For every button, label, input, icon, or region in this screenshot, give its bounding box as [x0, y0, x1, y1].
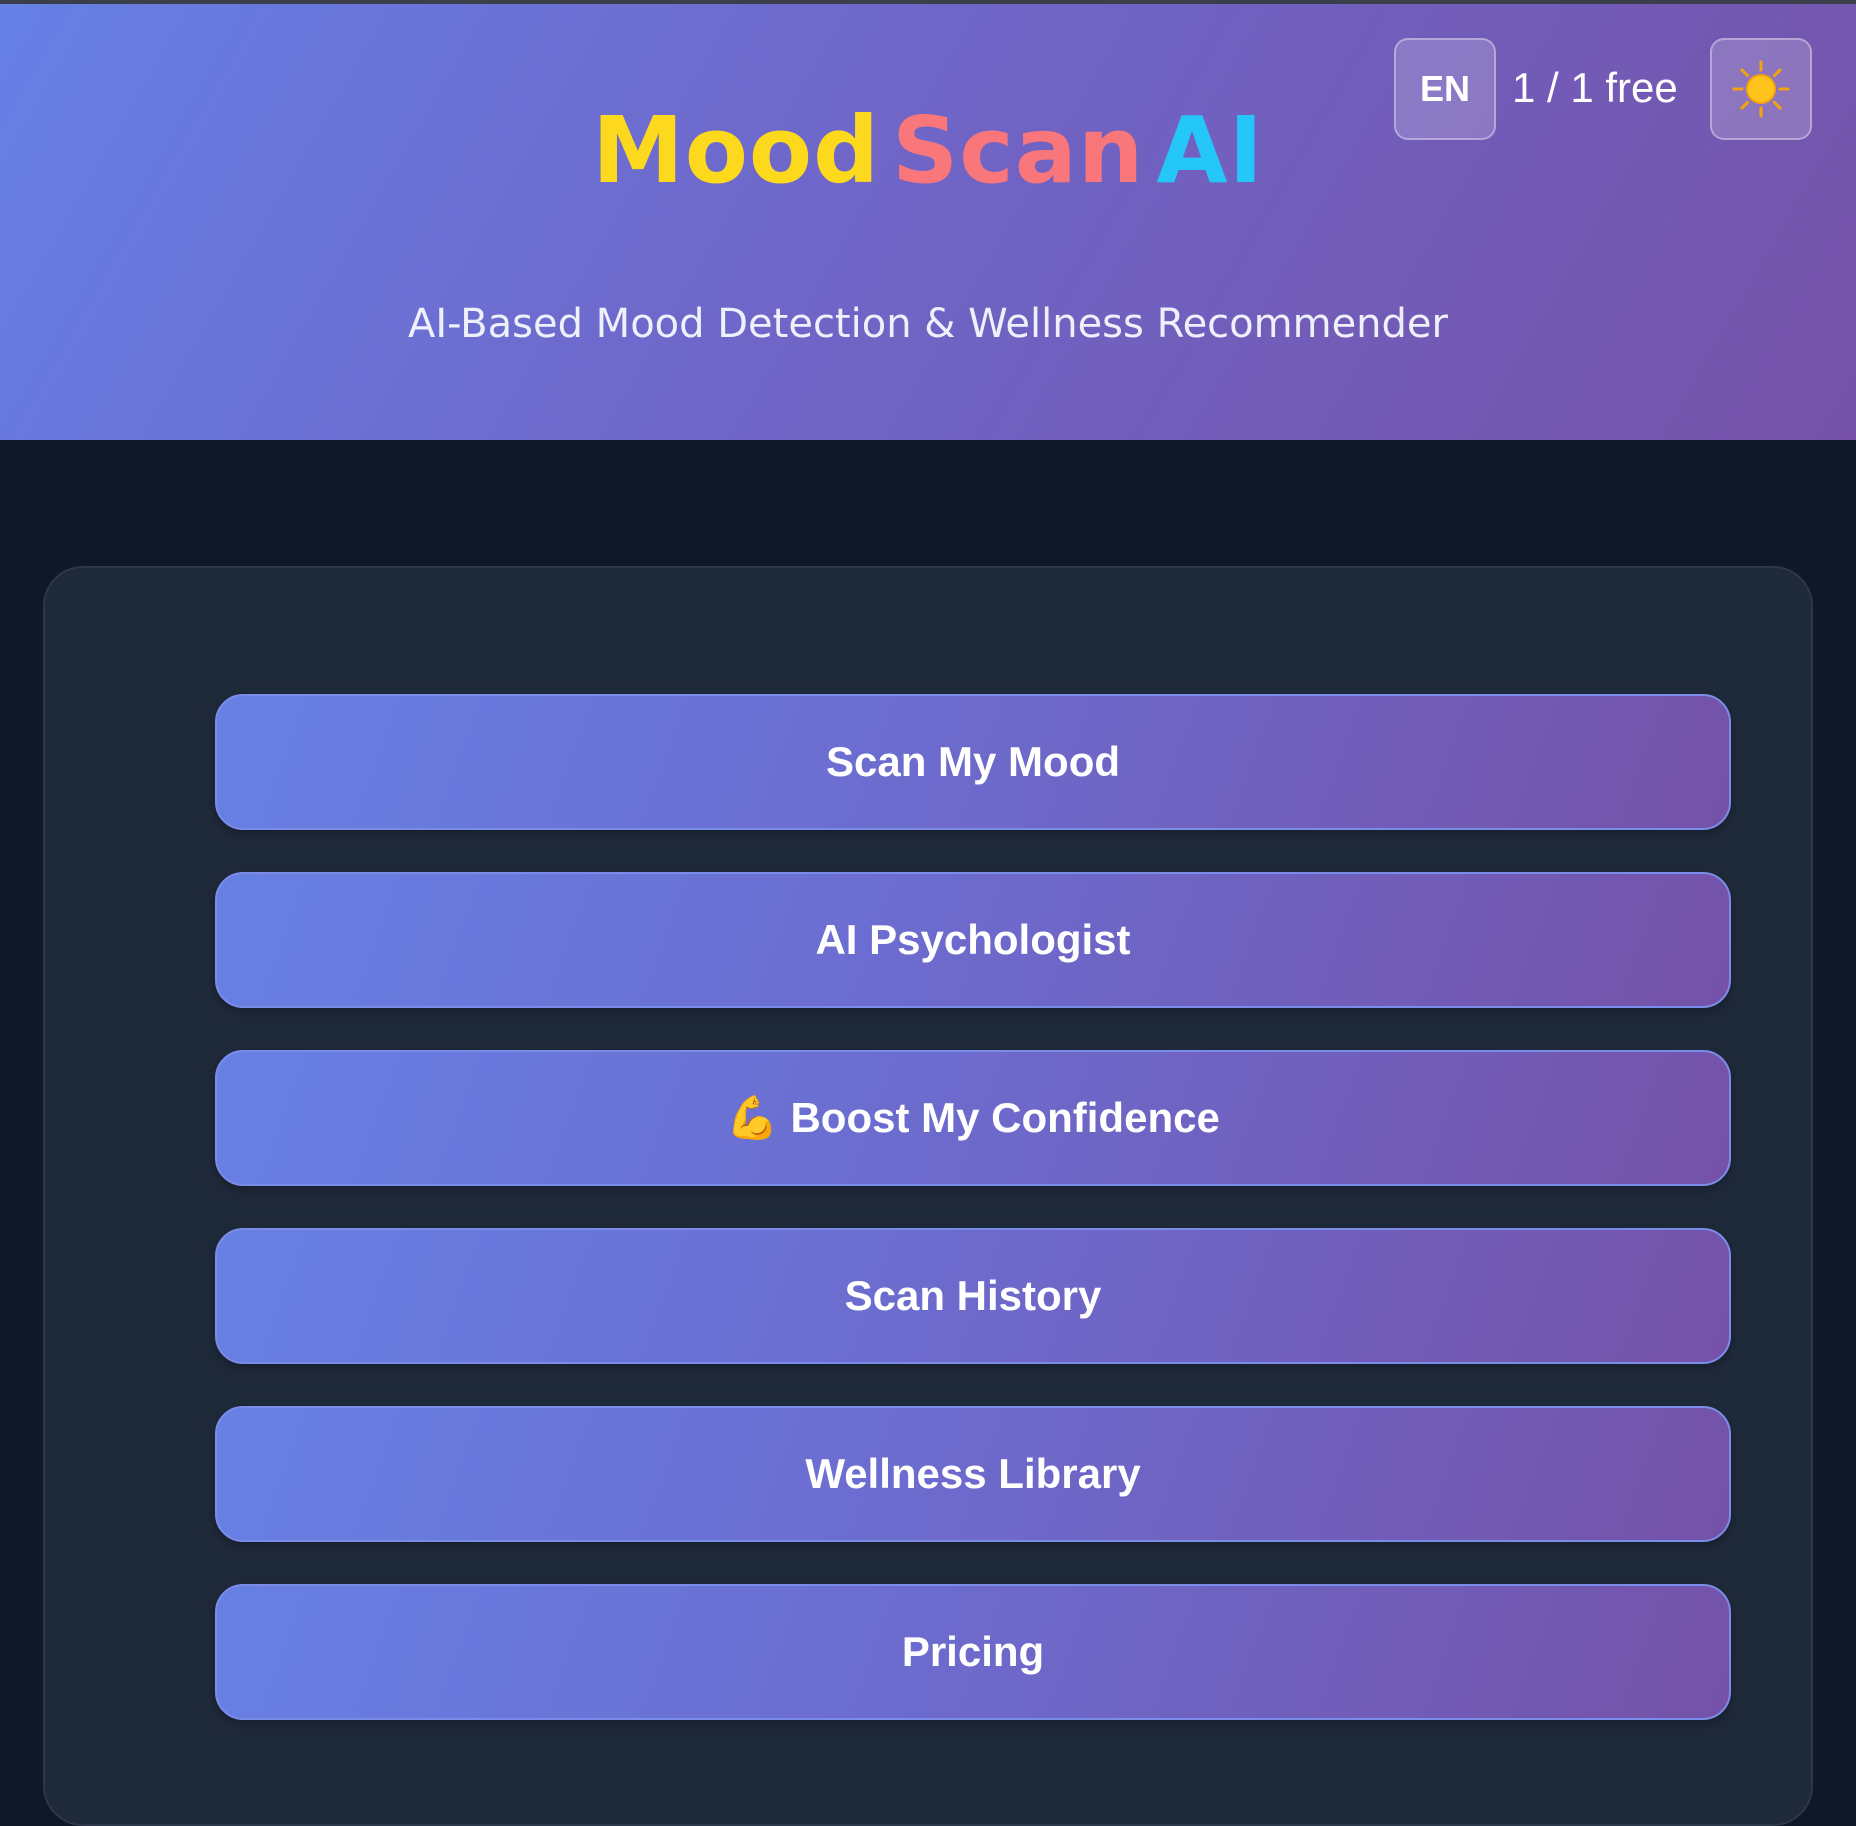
theme-toggle-button[interactable] — [1710, 38, 1812, 140]
boost-my-confidence-button[interactable]: 💪 Boost My Confidence — [215, 1050, 1731, 1186]
title-word-mood: Mood — [592, 97, 880, 204]
app-header: Mood Scan AI AI-Based Mood Detection & Wel… — [0, 4, 1856, 440]
title-word-scan: Scan — [892, 97, 1145, 204]
usage-counter: 1 / 1 free — [1512, 64, 1678, 111]
title-word-ai: AI — [1156, 97, 1264, 204]
boost-my-confidence-label: Boost My Confidence — [790, 1094, 1220, 1141]
sun-icon — [1732, 60, 1790, 118]
scan-my-mood-button[interactable]: Scan My Mood — [215, 694, 1731, 830]
scan-history-label: Scan History — [844, 1272, 1102, 1319]
ai-psychologist-label: AI Psychologist — [815, 916, 1131, 963]
flexed-biceps-icon: 💪 — [726, 1093, 779, 1141]
scan-history-button[interactable]: Scan History — [215, 1228, 1731, 1364]
pricing-label: Pricing — [901, 1628, 1045, 1675]
pricing-button[interactable]: Pricing — [215, 1584, 1731, 1720]
app-subtitle: AI-Based Mood Detection & Wellness Recom… — [408, 301, 1448, 347]
language-button[interactable]: EN — [1394, 38, 1496, 140]
wellness-library-label: Wellness Library — [805, 1450, 1141, 1497]
scan-my-mood-label: Scan My Mood — [825, 738, 1121, 785]
wellness-library-button[interactable]: Wellness Library — [215, 1406, 1731, 1542]
ai-psychologist-button[interactable]: AI Psychologist — [215, 872, 1731, 1008]
main-card: Scan My Mood AI Psychologist 💪 Boost My … — [43, 566, 1813, 1826]
